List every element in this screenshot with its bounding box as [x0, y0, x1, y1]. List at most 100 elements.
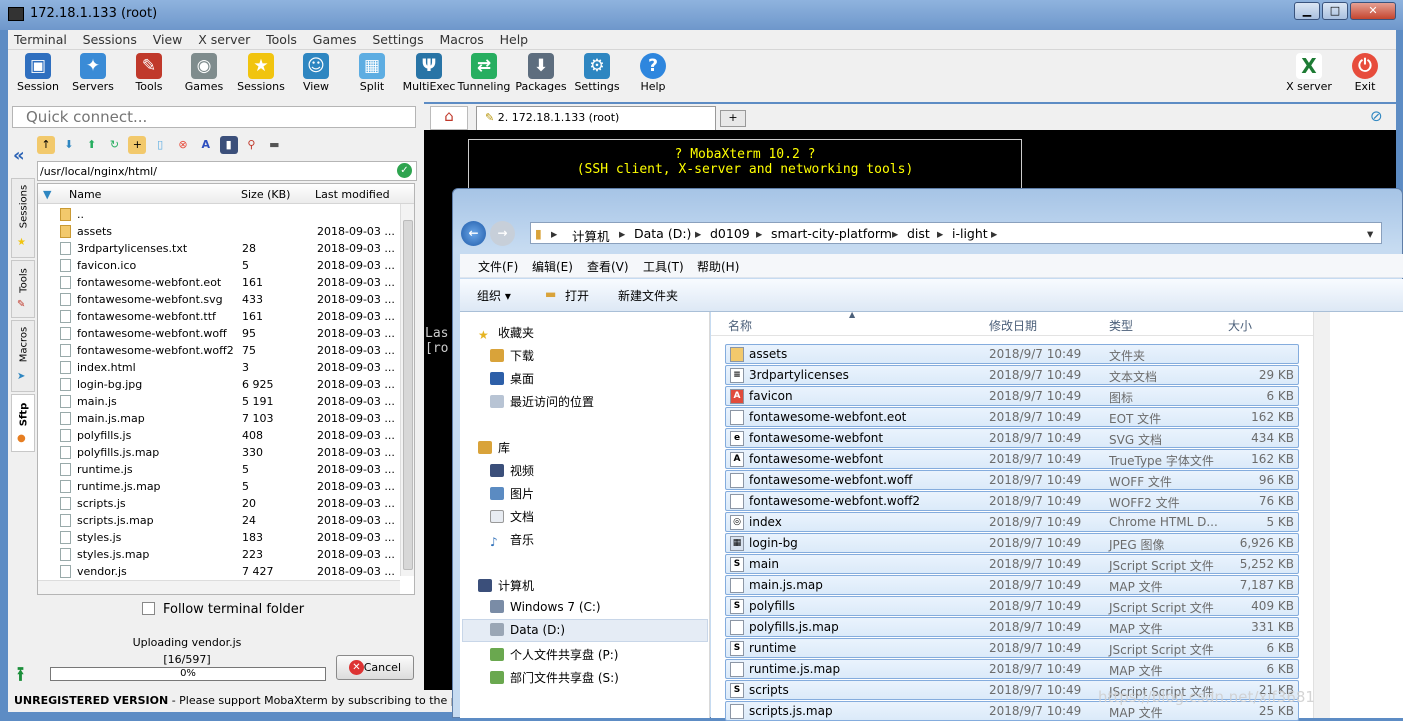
- sessions-button[interactable]: ★ Sessions: [231, 50, 291, 93]
- explorer-file-row[interactable]: fontawesome-webfont.woff2 2018/9/7 10:49 W…: [725, 491, 1299, 511]
- explorer-file-row[interactable]: runtime.js.map 2018/9/7 10:49 MAP 文件 6 KB: [725, 659, 1299, 679]
- sftp-file-row[interactable]: main.js 5 191 2018-09-03 ...: [38, 393, 400, 410]
- explorer-menu-help[interactable]: 帮助(H): [697, 258, 739, 275]
- attach-icon[interactable]: ⊘: [1370, 107, 1383, 125]
- sftp-file-row[interactable]: styles.js 183 2018-09-03 ...: [38, 529, 400, 546]
- minimize-button[interactable]: ▁: [1294, 2, 1320, 20]
- rename-icon[interactable]: A: [197, 136, 215, 154]
- nav-recent[interactable]: 最近访问的位置: [490, 393, 594, 410]
- explorer-menu-tools[interactable]: 工具(T): [643, 258, 684, 275]
- download-icon[interactable]: ⬇: [60, 136, 78, 154]
- new-folder-button[interactable]: 新建文件夹: [618, 287, 678, 304]
- explorer-vertical-scrollbar[interactable]: [1313, 312, 1330, 718]
- col-size[interactable]: Size (KB): [241, 188, 290, 201]
- nav-drive-c[interactable]: Windows 7 (C:): [490, 600, 601, 614]
- help-button[interactable]: ? Help: [623, 50, 683, 93]
- tools-button[interactable]: ✎ Tools: [119, 50, 179, 93]
- sftp-file-row[interactable]: login-bg.jpg 6 925 2018-09-03 ...: [38, 376, 400, 393]
- sftp-file-row[interactable]: main.js.map 7 103 2018-09-03 ...: [38, 410, 400, 427]
- sftp-file-row[interactable]: polyfills.js.map 330 2018-09-03 ...: [38, 444, 400, 461]
- sftp-file-row[interactable]: fontawesome-webfont.eot 161 2018-09-03 ...: [38, 274, 400, 291]
- quick-connect-input[interactable]: [12, 106, 416, 128]
- back-button[interactable]: ←: [461, 221, 486, 246]
- home-tab-icon[interactable]: ⌂: [430, 106, 468, 130]
- new-folder-icon[interactable]: +: [128, 136, 147, 154]
- path-confirm-icon[interactable]: ✓: [397, 163, 412, 178]
- forward-button[interactable]: →: [490, 221, 515, 246]
- follow-terminal-folder[interactable]: Follow terminal folder: [142, 602, 304, 617]
- crumb-d0109[interactable]: d0109: [710, 226, 750, 241]
- col-header-type[interactable]: 类型: [1109, 317, 1133, 334]
- menu-games[interactable]: Games: [307, 30, 363, 47]
- view-button[interactable]: ☺ View: [286, 50, 346, 93]
- crumb-ilight[interactable]: i-light: [952, 226, 988, 241]
- open-button[interactable]: 打开: [565, 287, 589, 304]
- crumb-project[interactable]: smart-city-platform: [771, 226, 892, 241]
- menu-xserver[interactable]: X server: [192, 30, 256, 47]
- col-header-name[interactable]: 名称: [728, 317, 752, 334]
- sftp-file-row[interactable]: fontawesome-webfont.ttf 161 2018-09-03 ...: [38, 308, 400, 325]
- sftp-file-row[interactable]: runtime.js 5 2018-09-03 ...: [38, 461, 400, 478]
- tunneling-button[interactable]: ⇄ Tunneling: [454, 50, 514, 93]
- sftp-horizontal-scrollbar[interactable]: [38, 580, 400, 594]
- menu-settings[interactable]: Settings: [366, 30, 429, 47]
- col-header-date[interactable]: 修改日期: [989, 317, 1037, 334]
- delete-icon[interactable]: ⊗: [174, 136, 192, 154]
- nav-desktop[interactable]: 桌面: [490, 370, 534, 387]
- explorer-file-row[interactable]: Sruntime 2018/9/7 10:49 JScript Script 文件 6…: [725, 638, 1299, 658]
- nav-drive-d[interactable]: Data (D:): [490, 623, 565, 637]
- tab-session-2[interactable]: ✎ 2. 172.18.1.133 (root): [476, 106, 716, 130]
- explorer-file-row[interactable]: e fontawesome-webfont 2018/9/7 10:49 SVG 文档…: [725, 428, 1299, 448]
- crumb-computer[interactable]: 计算机: [572, 226, 610, 245]
- menu-help[interactable]: Help: [494, 30, 535, 47]
- sftp-file-row[interactable]: fontawesome-webfont.woff 95 2018-09-03 ...: [38, 325, 400, 342]
- follow-checkbox[interactable]: [142, 602, 155, 615]
- nav-drive-s[interactable]: 部门文件共享盘 (S:): [490, 669, 619, 686]
- menu-tools[interactable]: Tools: [260, 30, 303, 47]
- close-button[interactable]: ✕: [1350, 2, 1396, 20]
- sftp-file-row[interactable]: vendor.js 7 427 2018-09-03 ...: [38, 563, 400, 580]
- nav-favorites[interactable]: ★ 收藏夹: [478, 324, 534, 342]
- explorer-file-row[interactable]: Afontawesome-webfont 2018/9/7 10:49 TrueTy…: [725, 449, 1299, 469]
- col-header-size[interactable]: 大小: [1228, 317, 1252, 334]
- explorer-file-row[interactable]: assets 2018/9/7 10:49 文件夹: [725, 344, 1299, 364]
- tab-sftp[interactable]: Sftp ●: [11, 394, 35, 452]
- col-modified[interactable]: Last modified: [315, 188, 390, 201]
- settings-button[interactable]: ⚙ Settings: [567, 50, 627, 93]
- new-file-icon[interactable]: ▯: [151, 136, 169, 154]
- explorer-file-row[interactable]: Spolyfills 2018/9/7 10:49 JScript Script 文…: [725, 596, 1299, 616]
- menu-terminal[interactable]: Terminal: [8, 30, 73, 47]
- tab-tools[interactable]: Tools ✎: [11, 260, 35, 318]
- refresh-icon[interactable]: ↻: [105, 136, 123, 154]
- nav-music[interactable]: ♪ 音乐: [490, 531, 534, 549]
- address-bar[interactable]: ▮ ▸ 计算机 ▸ Data (D:) ▸ d0109 ▸ smart-city…: [530, 222, 1382, 244]
- sftp-file-row[interactable]: favicon.ico 5 2018-09-03 ...: [38, 257, 400, 274]
- nav-computer[interactable]: 计算机: [478, 577, 534, 594]
- explorer-file-row[interactable]: ≡ 3rdpartylicenses 2018/9/7 10:49 文本文档 29 KB: [725, 365, 1299, 385]
- open-terminal-icon[interactable]: ▮: [219, 136, 238, 154]
- nav-pictures[interactable]: 图片: [490, 485, 534, 502]
- explorer-file-row[interactable]: ◎ index 2018/9/7 10:49 Chrome HTML D... 5 KB: [725, 512, 1299, 532]
- organize-button[interactable]: 组织 ▾: [477, 287, 511, 304]
- menu-macros[interactable]: Macros: [433, 30, 489, 47]
- sftp-file-row[interactable]: ..: [38, 206, 400, 223]
- sftp-file-row[interactable]: 3rdpartylicenses.txt 28 2018-09-03 ...: [38, 240, 400, 257]
- crumb-data[interactable]: Data (D:): [634, 226, 691, 241]
- multiexec-button[interactable]: Ψ MultiExec: [399, 50, 459, 93]
- sftp-file-row[interactable]: assets 2018-09-03 ...: [38, 223, 400, 240]
- crumb-dist[interactable]: dist: [907, 226, 930, 241]
- explorer-menu-file[interactable]: 文件(F): [478, 258, 518, 275]
- tab-sessions[interactable]: Sessions ★: [11, 178, 35, 258]
- explorer-file-row[interactable]: Smain 2018/9/7 10:49 JScript Script 文件 5,25…: [725, 554, 1299, 574]
- nav-downloads[interactable]: 下载: [490, 347, 534, 364]
- nav-libraries[interactable]: 库: [478, 439, 510, 456]
- nav-documents[interactable]: 文档: [490, 508, 534, 525]
- sftp-file-row[interactable]: runtime.js.map 5 2018-09-03 ...: [38, 478, 400, 495]
- sftp-file-row[interactable]: fontawesome-webfont.svg 433 2018-09-03 ...: [38, 291, 400, 308]
- menu-sessions[interactable]: Sessions: [77, 30, 143, 47]
- sftp-file-row[interactable]: styles.js.map 223 2018-09-03 ...: [38, 546, 400, 563]
- servers-button[interactable]: ✦ Servers: [63, 50, 123, 93]
- explorer-file-row[interactable]: fontawesome-webfont.woff 2018/9/7 10:49 WO…: [725, 470, 1299, 490]
- explorer-file-row[interactable]: polyfills.js.map 2018/9/7 10:49 MAP 文件 331 …: [725, 617, 1299, 637]
- upload-icon[interactable]: ⬆: [83, 136, 101, 154]
